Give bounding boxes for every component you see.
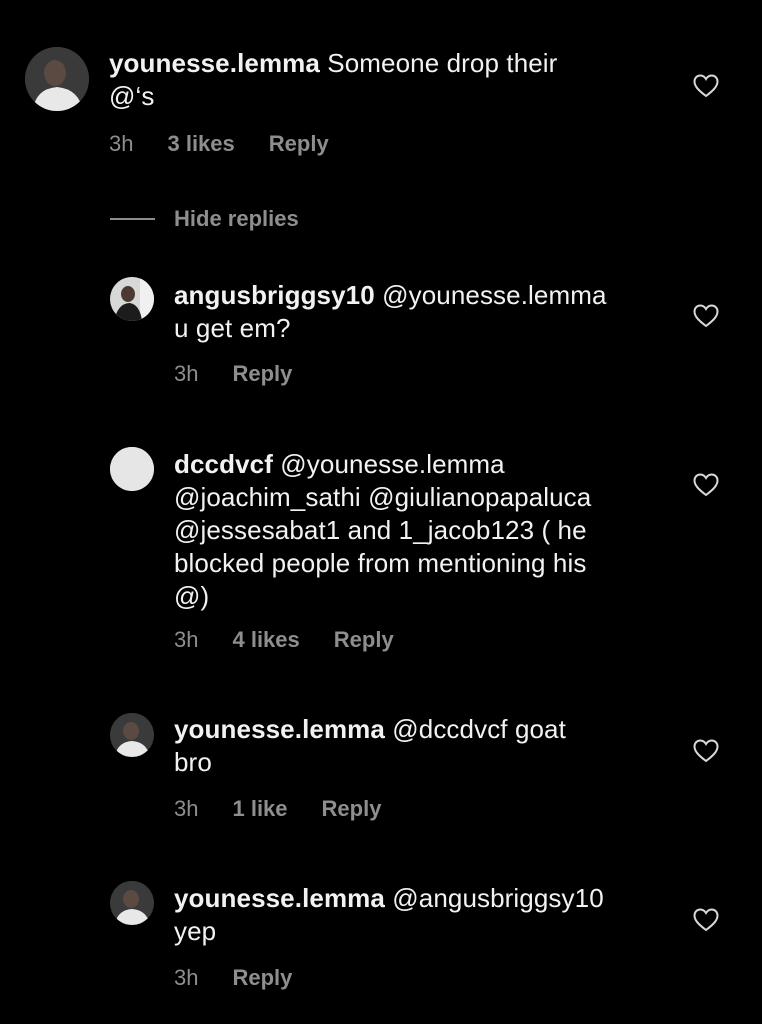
hide-replies-button[interactable]: Hide replies [110, 204, 299, 234]
reply-body: u get em? [174, 313, 291, 343]
avatar[interactable] [110, 713, 154, 757]
reply-text: dccdvcf @younesse.lemma @joachim_sathi @… [174, 448, 674, 613]
heart-icon [693, 908, 719, 932]
reply-button[interactable]: Reply [232, 361, 292, 387]
reply-time: 3h [174, 796, 199, 821]
comment-body-line2: @‘s [109, 81, 155, 111]
heart-icon [693, 304, 719, 328]
reply-body: bro [174, 747, 212, 777]
reply-username[interactable]: younesse.lemma [174, 714, 385, 744]
comment-meta: 3h 3 likes Reply [109, 131, 329, 157]
comment-likes[interactable]: 3 likes [167, 131, 234, 157]
comment-username[interactable]: younesse.lemma [109, 48, 320, 78]
comment-item: younesse.lemma Someone drop their @‘s 3h… [0, 0, 762, 190]
reply-time: 3h [174, 627, 199, 652]
reply-likes[interactable]: 4 likes [232, 627, 299, 653]
profile-photo-icon [110, 881, 154, 925]
reply-username[interactable]: younesse.lemma [174, 883, 385, 913]
profile-photo-icon [25, 47, 89, 111]
avatar[interactable] [110, 881, 154, 925]
reply-text: younesse.lemma @angusbriggsy10 yep [174, 882, 674, 948]
reply-body-line5: @) [174, 581, 210, 611]
hide-replies-label: Hide replies [174, 206, 299, 231]
like-button[interactable] [693, 739, 719, 763]
like-button[interactable] [693, 908, 719, 932]
reply-meta: 3h 1 like Reply [174, 796, 381, 822]
reply-body-line4: blocked people from mentioning his [174, 548, 587, 578]
avatar[interactable] [110, 277, 154, 321]
reply-text: younesse.lemma @dccdvcf goat bro [174, 713, 674, 779]
reply-body-line2: @joachim_sathi @giulianopapaluca [174, 482, 592, 512]
reply-mention[interactable]: @dccdvcf goat [392, 714, 566, 744]
reply-username[interactable]: angusbriggsy10 [174, 280, 375, 310]
like-button[interactable] [693, 74, 719, 98]
like-button[interactable] [693, 473, 719, 497]
reply-meta: 3h Reply [174, 361, 292, 387]
comment-body: Someone drop their [327, 48, 558, 78]
reply-meta: 3h 4 likes Reply [174, 627, 394, 653]
reply-mention[interactable]: @younesse.lemma [280, 449, 504, 479]
reply-username[interactable]: dccdvcf [174, 449, 273, 479]
reply-text: angusbriggsy10 @younesse.lemma u get em? [174, 279, 674, 345]
comment-time: 3h [109, 131, 134, 156]
heart-icon [693, 74, 719, 98]
reply-likes[interactable]: 1 like [232, 796, 287, 822]
profile-photo-icon [110, 277, 154, 321]
heart-icon [693, 739, 719, 763]
reply-body-line3: @jessesabat1 and 1_jacob123 ( he [174, 515, 587, 545]
heart-icon [693, 473, 719, 497]
reply-meta: 3h Reply [174, 965, 292, 991]
divider [110, 218, 155, 220]
reply-button[interactable]: Reply [269, 131, 329, 157]
avatar[interactable] [110, 447, 154, 491]
reply-mention[interactable]: @angusbriggsy10 [392, 883, 603, 913]
reply-time: 3h [174, 965, 199, 990]
default-avatar-icon [110, 447, 154, 491]
profile-photo-icon [110, 713, 154, 757]
reply-time: 3h [174, 361, 199, 386]
comment-text: younesse.lemma Someone drop their @‘s [109, 47, 669, 113]
avatar[interactable] [25, 47, 89, 111]
like-button[interactable] [693, 304, 719, 328]
reply-button[interactable]: Reply [322, 796, 382, 822]
reply-body: yep [174, 916, 217, 946]
reply-mention[interactable]: @younesse.lemma [382, 280, 606, 310]
reply-button[interactable]: Reply [334, 627, 394, 653]
reply-button[interactable]: Reply [232, 965, 292, 991]
